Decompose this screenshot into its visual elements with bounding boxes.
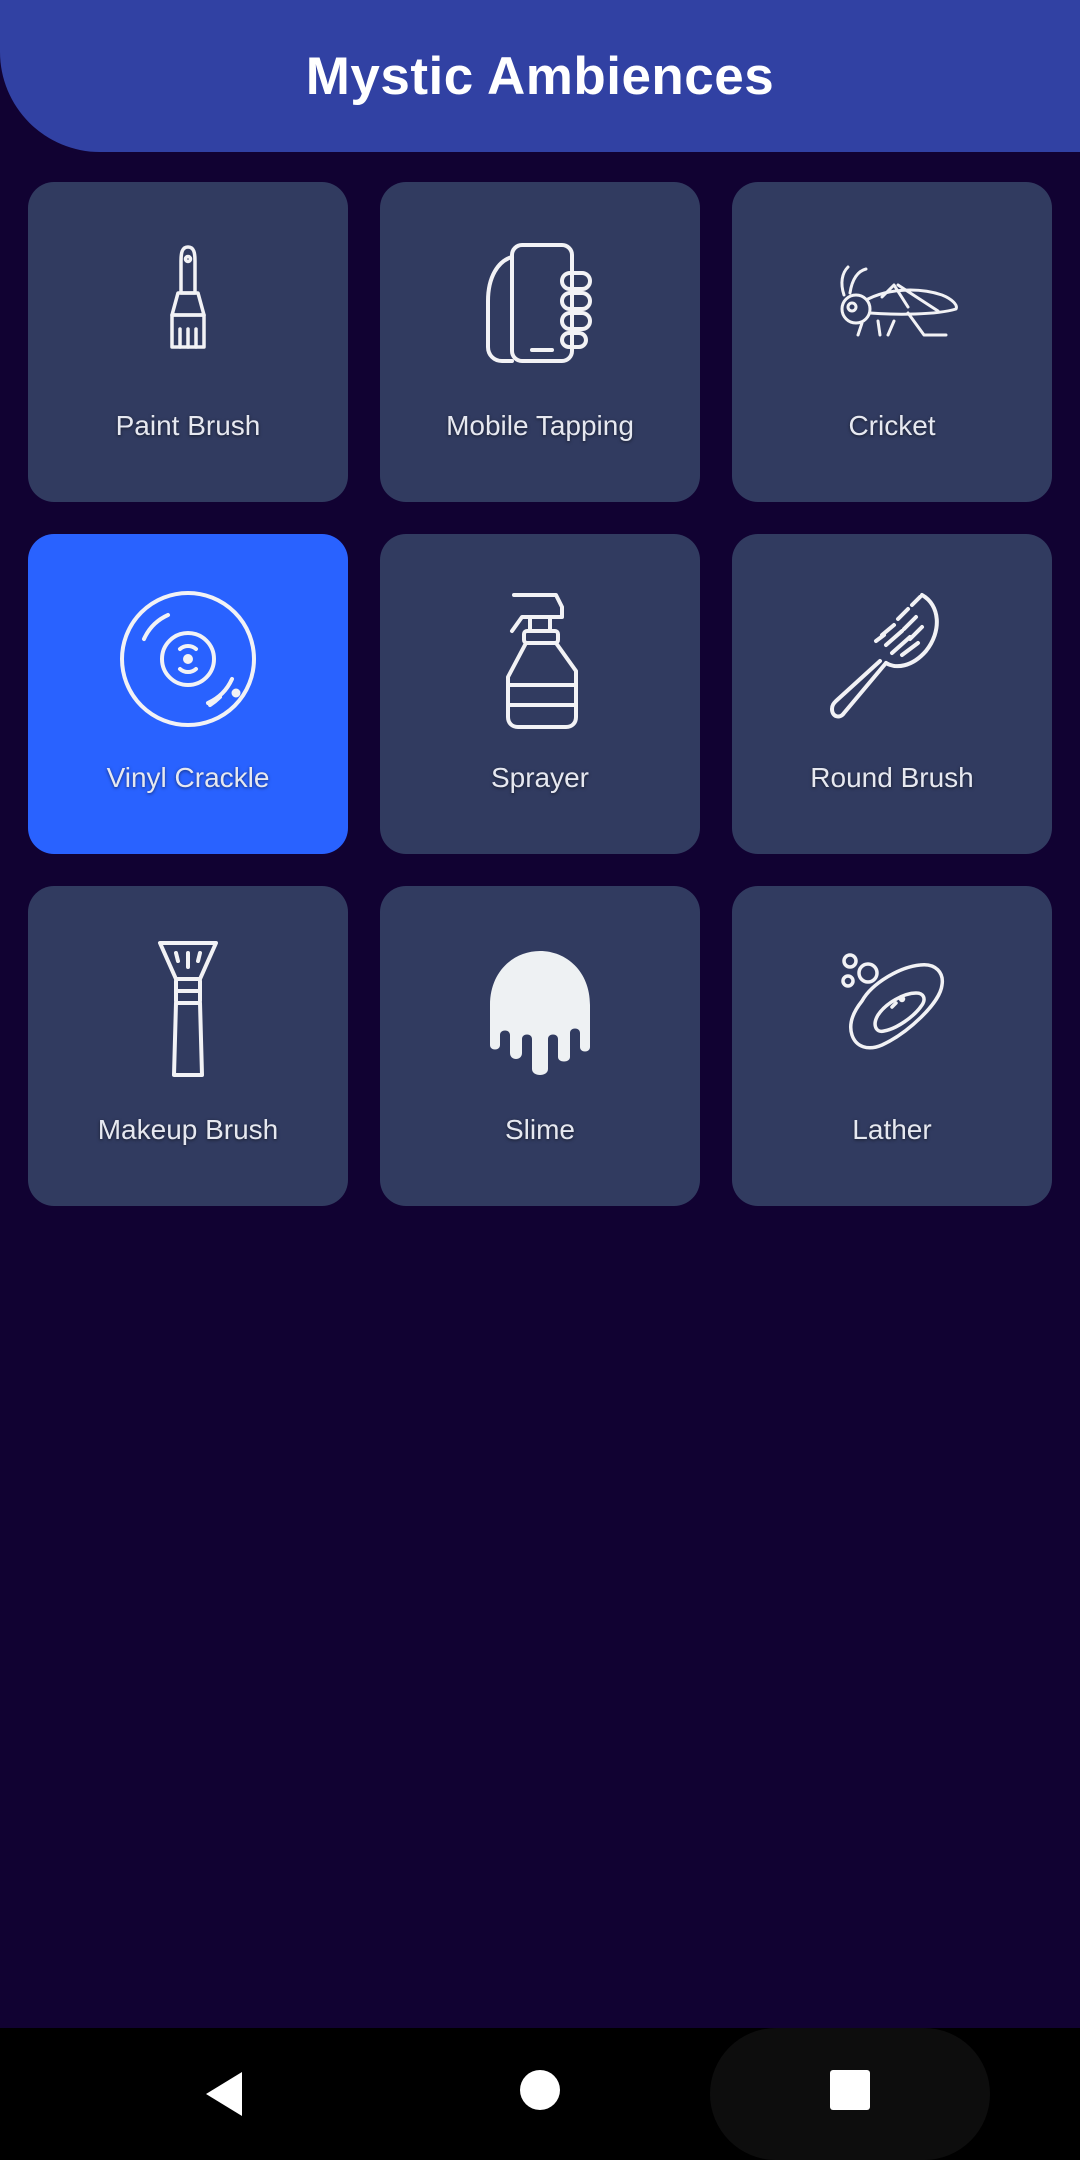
makeup-brush-icon [28, 941, 348, 1081]
vinyl-record-icon [28, 589, 348, 729]
home-icon[interactable] [516, 2066, 564, 2114]
round-brush-icon [732, 589, 1052, 729]
tile-label: Sprayer [490, 762, 590, 793]
tile-cricket[interactable]: Cricket [732, 182, 1052, 502]
back-icon[interactable] [196, 2066, 252, 2122]
tile-round-brush[interactable]: Round Brush [732, 534, 1052, 854]
tile-label: Cricket [848, 410, 936, 441]
app-title: Mystic Ambiences [305, 46, 775, 106]
tile-label: Mobile Tapping [446, 410, 634, 441]
cricket-icon [732, 237, 1052, 377]
tile-label: Vinyl Crackle [106, 762, 270, 793]
app-header: Mystic Ambiences [0, 0, 1080, 152]
tile-lather[interactable]: Lather [732, 886, 1052, 1206]
tile-paint-brush[interactable]: Paint Brush [28, 182, 348, 502]
tile-sprayer[interactable]: Sprayer [380, 534, 700, 854]
tile-mobile-tapping[interactable]: Mobile Tapping [380, 182, 700, 502]
tile-label: Lather [852, 1114, 932, 1145]
tile-label: Slime [504, 1114, 575, 1145]
recents-icon[interactable] [828, 2068, 872, 2112]
tile-label: Round Brush [810, 762, 974, 793]
tile-makeup-brush[interactable]: Makeup Brush [28, 886, 348, 1206]
spray-bottle-icon [380, 589, 700, 729]
soap-lather-icon [732, 941, 1052, 1081]
tile-label: Paint Brush [115, 410, 261, 441]
system-navigation-bar [0, 2028, 1080, 2160]
slime-icon [380, 941, 700, 1081]
paint-brush-icon [28, 237, 348, 377]
mobile-tapping-icon [380, 237, 700, 377]
tile-slime[interactable]: Slime [380, 886, 700, 1206]
tile-vinyl-crackle[interactable]: Vinyl Crackle [28, 534, 348, 854]
tile-label: Makeup Brush [97, 1114, 279, 1145]
